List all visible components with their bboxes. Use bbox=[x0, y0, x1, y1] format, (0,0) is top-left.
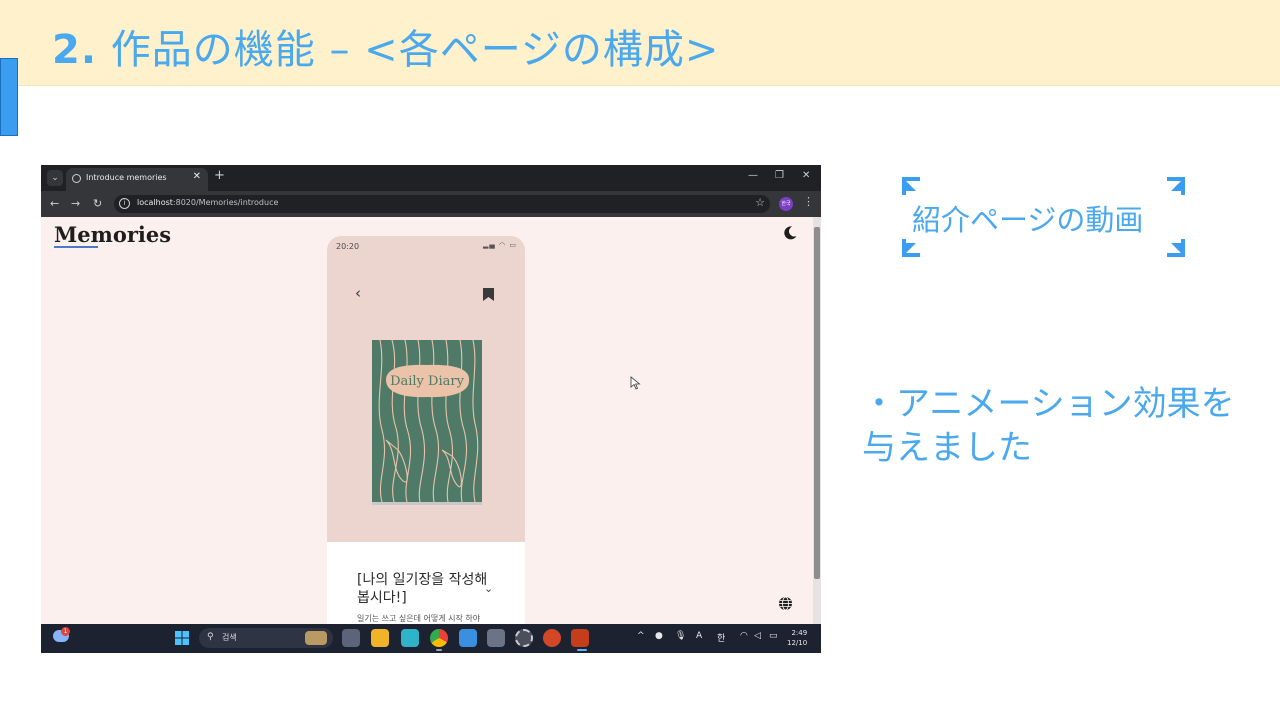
search-placeholder: 검색 bbox=[222, 633, 237, 642]
restore-icon[interactable]: ❐ bbox=[775, 170, 784, 181]
phone-top-section: 20:20 ▂▄ ◠ ▭ ‹ Daily Diary bbox=[327, 236, 525, 542]
logo-underline bbox=[54, 246, 98, 248]
volume-icon[interactable]: ◁ bbox=[754, 631, 761, 641]
phone-time: 20:20 bbox=[336, 242, 360, 251]
file-explorer-icon[interactable] bbox=[371, 629, 389, 647]
browser-screenshot: ⌄ Introduce memories ✕ + — ❐ ✕ ← → ↻ i l… bbox=[41, 165, 821, 653]
video-label-box: 紹介ページの動画 bbox=[902, 177, 1185, 257]
clock-time: 2:49 bbox=[791, 629, 808, 637]
chrome-running-indicator bbox=[436, 649, 442, 651]
site-info-icon[interactable]: i bbox=[119, 198, 130, 209]
search-icon: ⚲ bbox=[207, 632, 214, 642]
corner-bracket-icon bbox=[1167, 177, 1185, 195]
browser-tab[interactable]: Introduce memories ✕ bbox=[66, 168, 208, 191]
address-bar[interactable]: i localhost:8020/Memories/introduce ☆ bbox=[114, 195, 770, 213]
globe-icon[interactable] bbox=[778, 596, 793, 611]
tab-search-icon[interactable]: ⌄ bbox=[47, 170, 63, 186]
phone-subtext: 일기는 쓰고 싶은데 어떻게 시작 하야 bbox=[357, 614, 481, 623]
taskbar-search[interactable]: ⚲ 검색 bbox=[199, 628, 333, 648]
tray-app-icon[interactable]: ● bbox=[655, 631, 663, 641]
animation-note: ・アニメーション効果を与えました bbox=[862, 384, 1235, 468]
page-viewport: Memories 20:20 ▂▄ ◠ ▭ ‹ Daily Diary [나의 … bbox=[41, 217, 813, 624]
ime-mode-han[interactable]: 한 bbox=[717, 631, 725, 644]
browser-toolbar: ← → ↻ i localhost:8020/Memories/introduc… bbox=[41, 191, 821, 217]
search-highlight-icon bbox=[305, 631, 327, 645]
close-window-icon[interactable]: ✕ bbox=[802, 170, 810, 181]
task-view-icon[interactable] bbox=[342, 629, 360, 647]
bookmark-star-icon[interactable]: ☆ bbox=[755, 196, 765, 209]
phone-heading: [나의 일기장을 작성해봅시다!] bbox=[357, 572, 488, 606]
microphone-icon[interactable]: 🎙 bbox=[675, 631, 686, 641]
reload-icon[interactable]: ↻ bbox=[93, 197, 102, 210]
slide-title: 2. 作品の機能 – <各ページの構成> bbox=[52, 24, 719, 76]
book-shadow bbox=[372, 502, 482, 505]
expand-chevron-icon[interactable]: ⌄ bbox=[484, 582, 493, 595]
back-icon[interactable]: ← bbox=[50, 197, 59, 210]
url-text: localhost:8020/Memories/introduce bbox=[137, 198, 279, 207]
forward-icon[interactable]: → bbox=[71, 197, 80, 210]
notification-badge: 1 bbox=[61, 627, 70, 636]
minimize-icon[interactable]: — bbox=[748, 170, 758, 181]
calculator-icon[interactable] bbox=[487, 629, 505, 647]
corner-bracket-icon bbox=[902, 177, 920, 195]
windows-taskbar: 1 ⚲ 검색 ^ ● 🎙 A 한 ◠ ◁ ▭ 2:49 12/10 bbox=[41, 624, 821, 653]
tab-title: Introduce memories bbox=[86, 173, 167, 182]
moon-icon[interactable] bbox=[782, 225, 798, 241]
windows-start-icon[interactable] bbox=[175, 631, 189, 645]
diary-cover-image: Daily Diary bbox=[372, 340, 482, 502]
slide-title-text: 作品の機能 – <各ページの構成> bbox=[110, 27, 720, 73]
corner-bracket-icon bbox=[1167, 239, 1185, 257]
notepad-icon[interactable] bbox=[459, 629, 477, 647]
phone-mockup: 20:20 ▂▄ ◠ ▭ ‹ Daily Diary [나의 일기장을 작성해봅… bbox=[327, 236, 525, 624]
slide-title-number: 2. bbox=[52, 27, 98, 73]
wifi-icon[interactable]: ◠ bbox=[740, 631, 748, 641]
taskbar-clock[interactable]: 2:49 12/10 bbox=[787, 628, 807, 648]
chrome-icon[interactable] bbox=[430, 629, 448, 647]
video-label-text: 紹介ページの動画 bbox=[912, 203, 1144, 237]
profile-avatar[interactable]: 한국 bbox=[779, 197, 793, 211]
scrollbar-thumb[interactable] bbox=[814, 227, 820, 579]
accent-bar bbox=[0, 58, 18, 136]
book-title: Daily Diary bbox=[390, 374, 465, 389]
powerpoint-window-icon[interactable] bbox=[571, 629, 589, 647]
clock-date: 12/10 bbox=[787, 639, 808, 647]
app-bird-icon[interactable] bbox=[401, 629, 419, 647]
more-menu-icon[interactable]: ⋮ bbox=[803, 195, 814, 208]
site-logo[interactable]: Memories bbox=[54, 222, 171, 247]
mouse-cursor-icon bbox=[630, 376, 641, 390]
tab-close-icon[interactable]: ✕ bbox=[193, 171, 201, 182]
slide-header: 2. 作品の機能 – <各ページの構成> bbox=[0, 0, 1280, 86]
bookmark-icon[interactable] bbox=[483, 288, 494, 301]
phone-status-icons: ▂▄ ◠ ▭ bbox=[483, 241, 517, 249]
corner-bracket-icon bbox=[902, 239, 920, 257]
back-chevron-icon[interactable]: ‹ bbox=[355, 284, 361, 302]
ime-mode-a[interactable]: A bbox=[696, 631, 702, 641]
page-scrollbar[interactable] bbox=[813, 217, 821, 624]
tab-globe-icon bbox=[72, 174, 81, 183]
settings-icon[interactable] bbox=[515, 629, 533, 647]
powerpoint-icon[interactable] bbox=[543, 629, 561, 647]
new-tab-icon[interactable]: + bbox=[214, 168, 225, 183]
tray-overflow-icon[interactable]: ^ bbox=[637, 631, 645, 641]
browser-tab-bar: ⌄ Introduce memories ✕ + — ❐ ✕ bbox=[41, 165, 821, 191]
battery-icon[interactable]: ▭ bbox=[769, 631, 778, 641]
active-app-indicator bbox=[577, 649, 587, 651]
